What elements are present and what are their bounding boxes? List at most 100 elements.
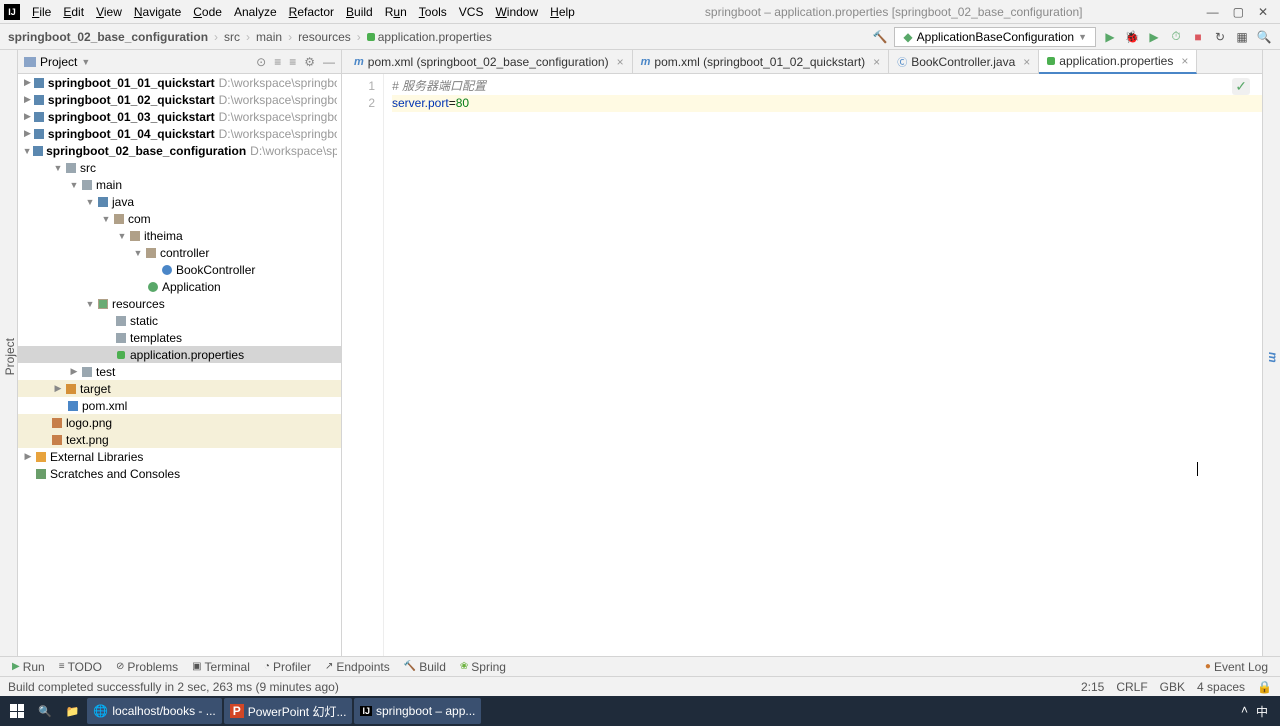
run-button-icon[interactable]: ▶: [1102, 29, 1118, 45]
update-button-icon[interactable]: ↻: [1212, 29, 1228, 45]
stop-button-icon[interactable]: ■: [1190, 29, 1206, 45]
menu-code[interactable]: Code: [187, 3, 228, 21]
tree-class-bookcontroller[interactable]: BookController: [18, 261, 341, 278]
run-tool-button[interactable]: ▶Run: [6, 660, 51, 674]
tree-file-application-properties[interactable]: application.properties: [18, 346, 341, 363]
menu-window[interactable]: Window: [489, 3, 544, 21]
inspection-ok-icon[interactable]: ✓: [1232, 78, 1250, 95]
code-area[interactable]: # 服务器端口配置 server.port=80: [384, 74, 1262, 656]
tree-file-text[interactable]: text.png: [18, 431, 341, 448]
taskbar-powerpoint[interactable]: PPowerPoint 幻灯...: [224, 698, 353, 724]
collapse-all-icon[interactable]: ≡: [289, 55, 296, 69]
tree-folder-target[interactable]: ▶target: [18, 380, 341, 397]
tree-class-application[interactable]: Application: [18, 278, 341, 295]
endpoints-tool-button[interactable]: ↗Endpoints: [319, 660, 396, 674]
tree-folder-templates[interactable]: templates: [18, 329, 341, 346]
tree-package-controller[interactable]: ▼controller: [18, 244, 341, 261]
start-button[interactable]: [4, 698, 30, 724]
expand-all-icon[interactable]: ≡: [274, 55, 281, 69]
profile-button-icon[interactable]: ⏱: [1168, 29, 1184, 45]
status-indent[interactable]: 4 spaces: [1197, 680, 1245, 694]
menu-help[interactable]: Help: [544, 3, 581, 21]
taskbar-explorer-icon[interactable]: 📁: [60, 698, 86, 724]
project-tree[interactable]: ▶springboot_01_01_quickstartD:\workspace…: [18, 74, 341, 656]
coverage-button-icon[interactable]: ▶: [1146, 29, 1162, 45]
status-lock-icon[interactable]: 🔒: [1257, 680, 1272, 694]
status-encoding[interactable]: GBK: [1160, 680, 1185, 694]
tab-application-properties[interactable]: application.properties×: [1039, 50, 1197, 74]
tree-folder-java[interactable]: ▼java: [18, 193, 341, 210]
menu-tools[interactable]: Tools: [413, 3, 453, 21]
menu-run[interactable]: Run: [379, 3, 413, 21]
breadcrumb-file[interactable]: application.properties: [378, 30, 492, 44]
maven-tool-icon[interactable]: m: [1266, 352, 1280, 363]
close-tab-icon[interactable]: ×: [1181, 54, 1188, 68]
project-structure-icon[interactable]: ▦: [1234, 29, 1250, 45]
close-tab-icon[interactable]: ×: [617, 55, 624, 69]
profiler-tool-button[interactable]: ◔Profiler: [258, 660, 317, 674]
minimize-icon[interactable]: —: [1207, 5, 1219, 19]
breadcrumb-project[interactable]: springboot_02_base_configuration: [8, 30, 208, 44]
tree-folder-main[interactable]: ▼main: [18, 176, 341, 193]
maximize-icon[interactable]: ▢: [1233, 5, 1244, 19]
tree-folder-src[interactable]: ▼src: [18, 159, 341, 176]
menu-analyze[interactable]: Analyze: [228, 3, 283, 21]
tree-scratches[interactable]: Scratches and Consoles: [18, 465, 341, 482]
close-tab-icon[interactable]: ×: [873, 55, 880, 69]
status-caret-position[interactable]: 2:15: [1081, 680, 1104, 694]
tray-ime-icon[interactable]: 中: [1256, 703, 1268, 720]
debug-button-icon[interactable]: 🐞: [1124, 29, 1140, 45]
close-icon[interactable]: ✕: [1258, 5, 1268, 19]
build-tool-button[interactable]: 🔨Build: [398, 660, 452, 674]
tab-bookcontroller[interactable]: ⒸBookController.java×: [889, 50, 1039, 73]
tree-file-pom[interactable]: pom.xml: [18, 397, 341, 414]
breadcrumb-resources[interactable]: resources: [298, 30, 351, 44]
build-project-icon[interactable]: 🔨: [872, 29, 888, 45]
tree-package-itheima[interactable]: ▼itheima: [18, 227, 341, 244]
tab-pom-base[interactable]: mpom.xml (springboot_02_base_configurati…: [346, 50, 633, 73]
breadcrumb-src[interactable]: src: [224, 30, 240, 44]
system-tray[interactable]: ˄ 中: [1241, 703, 1276, 720]
tree-package-com[interactable]: ▼com: [18, 210, 341, 227]
tree-folder-static[interactable]: static: [18, 312, 341, 329]
tree-module[interactable]: ▶springboot_01_02_quickstartD:\workspace…: [18, 91, 341, 108]
editor-gutter: 1 2: [342, 74, 384, 656]
todo-tool-button[interactable]: ≡TODO: [53, 660, 108, 674]
settings-icon[interactable]: ⚙: [304, 55, 315, 69]
menu-file-label: ile: [39, 5, 51, 19]
terminal-tool-button[interactable]: ▣Terminal: [186, 660, 256, 674]
project-tool-button[interactable]: Project: [3, 338, 17, 375]
run-configuration-dropdown[interactable]: ◆ ApplicationBaseConfiguration ▼: [894, 27, 1096, 47]
tree-module[interactable]: ▶springboot_01_01_quickstartD:\workspace…: [18, 74, 341, 91]
menu-navigate[interactable]: Navigate: [128, 3, 187, 21]
chevron-down-icon[interactable]: ▼: [81, 57, 90, 67]
editor-body[interactable]: 1 2 # 服务器端口配置 server.port=80 ✓: [342, 74, 1262, 656]
tree-folder-resources[interactable]: ▼resources: [18, 295, 341, 312]
menu-refactor[interactable]: Refactor: [283, 3, 340, 21]
menu-build[interactable]: Build: [340, 3, 379, 21]
taskbar-search-icon[interactable]: 🔍: [32, 698, 58, 724]
tree-module[interactable]: ▶springboot_01_03_quickstartD:\workspace…: [18, 108, 341, 125]
menu-view[interactable]: View: [90, 3, 128, 21]
tab-pom-quickstart[interactable]: mpom.xml (springboot_01_02_quickstart)×: [633, 50, 890, 73]
tree-module[interactable]: ▶springboot_01_04_quickstartD:\workspace…: [18, 125, 341, 142]
tree-folder-test[interactable]: ▶test: [18, 363, 341, 380]
hide-icon[interactable]: —: [323, 55, 335, 69]
menu-file[interactable]: File: [26, 3, 57, 21]
tree-file-logo[interactable]: logo.png: [18, 414, 341, 431]
taskbar-idea[interactable]: IJspringboot – app...: [354, 698, 481, 724]
menu-vcs[interactable]: VCS: [453, 3, 490, 21]
tray-chevron-icon[interactable]: ˄: [1241, 703, 1248, 720]
problems-tool-button[interactable]: ⊘Problems: [110, 660, 184, 674]
select-opened-file-icon[interactable]: ⊙: [256, 55, 266, 69]
breadcrumb-main[interactable]: main: [256, 30, 282, 44]
tree-module-open[interactable]: ▼springboot_02_base_configurationD:\work…: [18, 142, 341, 159]
tree-external-libraries[interactable]: ▶External Libraries: [18, 448, 341, 465]
status-line-separator[interactable]: CRLF: [1116, 680, 1147, 694]
menu-edit[interactable]: Edit: [57, 3, 90, 21]
event-log-button[interactable]: ●Event Log: [1199, 660, 1274, 674]
taskbar-chrome[interactable]: 🌐localhost/books - ...: [87, 698, 221, 724]
spring-tool-button[interactable]: ❀Spring: [454, 660, 512, 674]
search-everywhere-icon[interactable]: 🔍: [1256, 29, 1272, 45]
close-tab-icon[interactable]: ×: [1023, 55, 1030, 69]
